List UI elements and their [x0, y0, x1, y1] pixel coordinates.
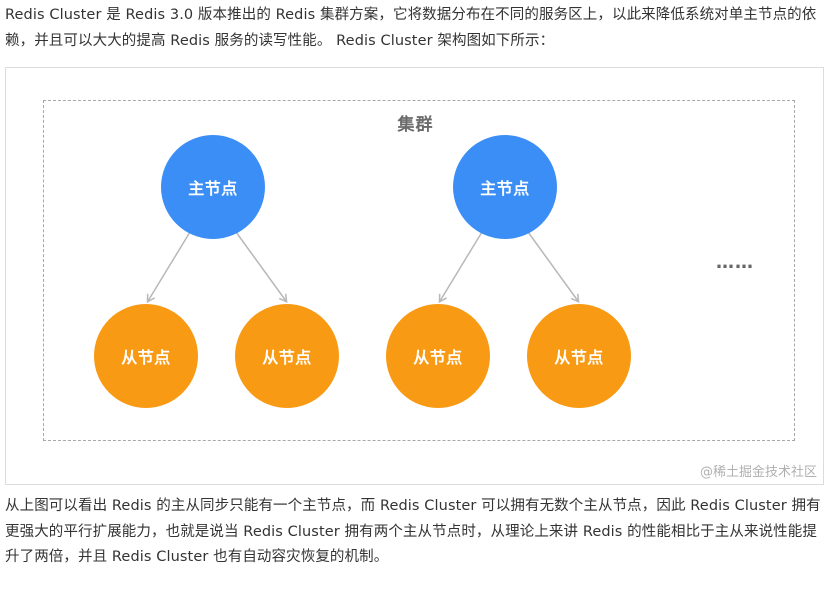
connection-arrows	[146, 231, 580, 304]
redis-cluster-architecture-figure: 集群 主节点 主节点 从节点 从节点 从节点 从节点 …… @稀土掘金技术社区	[5, 67, 824, 485]
slave-node: 从节点	[235, 304, 339, 408]
watermark: @稀土掘金技术社区	[699, 465, 817, 480]
arrow-master2-slave3	[438, 231, 483, 304]
arrow-master2-slave4	[527, 231, 580, 304]
arrow-master1-slave2	[235, 231, 288, 304]
slave-node: 从节点	[386, 304, 490, 408]
master-node: 主节点	[453, 135, 557, 239]
conclusion-paragraph: 从上图可以看出 Redis 的主从同步只能有一个主节点，而 Redis Clus…	[5, 498, 821, 565]
arrow-master1-slave1	[146, 231, 191, 304]
master-node: 主节点	[161, 135, 265, 239]
slave-node: 从节点	[94, 304, 198, 408]
intro-paragraph: Redis Cluster 是 Redis 3.0 版本推出的 Redis 集群…	[5, 7, 817, 49]
slave-node: 从节点	[527, 304, 631, 408]
more-nodes-ellipsis: ……	[716, 252, 754, 273]
